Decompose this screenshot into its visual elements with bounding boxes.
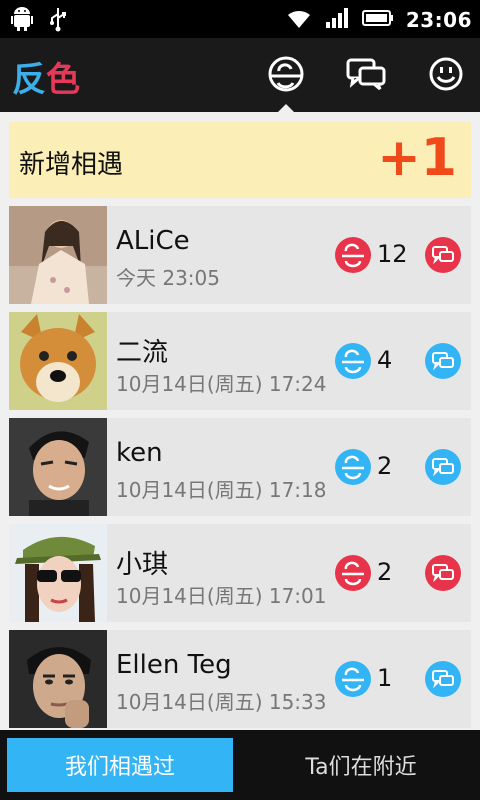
chat-icon[interactable] [346,54,386,94]
avatar [9,524,107,622]
contact-name: ALiCe [116,226,190,256]
meet-count: 12 [377,240,408,268]
contact-list: ALiCe 今天 23:05 12 二流 10月14日(周五) 17:24 4 … [9,206,471,736]
meet-icon[interactable] [335,237,371,273]
active-tab-pointer [277,104,295,113]
chat-icon[interactable] [425,555,461,591]
meet-icon[interactable] [335,555,371,591]
bottom-tab-bar: 我们相遇过 Ta们在附近 [0,730,480,800]
contact-name: Ellen Teg [116,650,232,680]
meet-count: 1 [377,664,393,692]
battery-icon [361,8,394,32]
tab-nearby[interactable]: Ta们在附近 [250,738,472,792]
smiley-icon[interactable] [426,54,466,94]
banner-label: 新增相遇 [19,150,124,180]
logo-part-1: 反 [12,60,46,100]
list-item[interactable]: Ellen Teg 10月14日(周五) 15:33 1 [9,630,471,728]
meet-count: 2 [377,558,393,586]
new-encounters-banner[interactable]: 新增相遇 +1 [9,122,471,198]
avatar [9,312,107,410]
clock: 23:06 [405,8,472,32]
chat-icon[interactable] [425,449,461,485]
list-item[interactable]: 小琪 10月14日(周五) 17:01 2 [9,524,471,622]
meet-time: 10月14日(周五) 17:24 [116,372,327,396]
tab-met[interactable]: 我们相遇过 [7,738,233,792]
status-bar: 23:06 [0,0,480,38]
meet-time: 今天 23:05 [116,266,220,290]
chat-icon[interactable] [425,237,461,273]
meet-time: 10月14日(周五) 17:01 [116,584,327,608]
contact-name: ken [116,438,163,468]
chat-icon[interactable] [425,661,461,697]
app-header: 反色 [0,38,480,112]
meet-icon[interactable] [266,54,306,94]
meet-icon[interactable] [335,661,371,697]
chat-icon[interactable] [425,343,461,379]
contact-name: 小琪 [116,550,169,580]
avatar [9,206,107,304]
meet-icon[interactable] [335,343,371,379]
app-logo: 反色 [12,52,80,101]
contact-name: 二流 [116,338,169,368]
signal-icon [324,6,350,34]
list-item[interactable]: ALiCe 今天 23:05 12 [9,206,471,304]
avatar [9,418,107,516]
banner-count: +1 [377,128,457,188]
usb-icon [48,6,68,36]
meet-time: 10月14日(周五) 17:18 [116,478,327,502]
android-debug-icon [10,6,34,36]
meet-count: 4 [377,346,393,374]
meet-icon[interactable] [335,449,371,485]
meet-count: 2 [377,452,393,480]
logo-part-2: 色 [46,60,80,100]
list-item[interactable]: ken 10月14日(周五) 17:18 2 [9,418,471,516]
list-item[interactable]: 二流 10月14日(周五) 17:24 4 [9,312,471,410]
wifi-icon [286,6,312,34]
meet-time: 10月14日(周五) 15:33 [116,690,327,714]
avatar [9,630,107,728]
